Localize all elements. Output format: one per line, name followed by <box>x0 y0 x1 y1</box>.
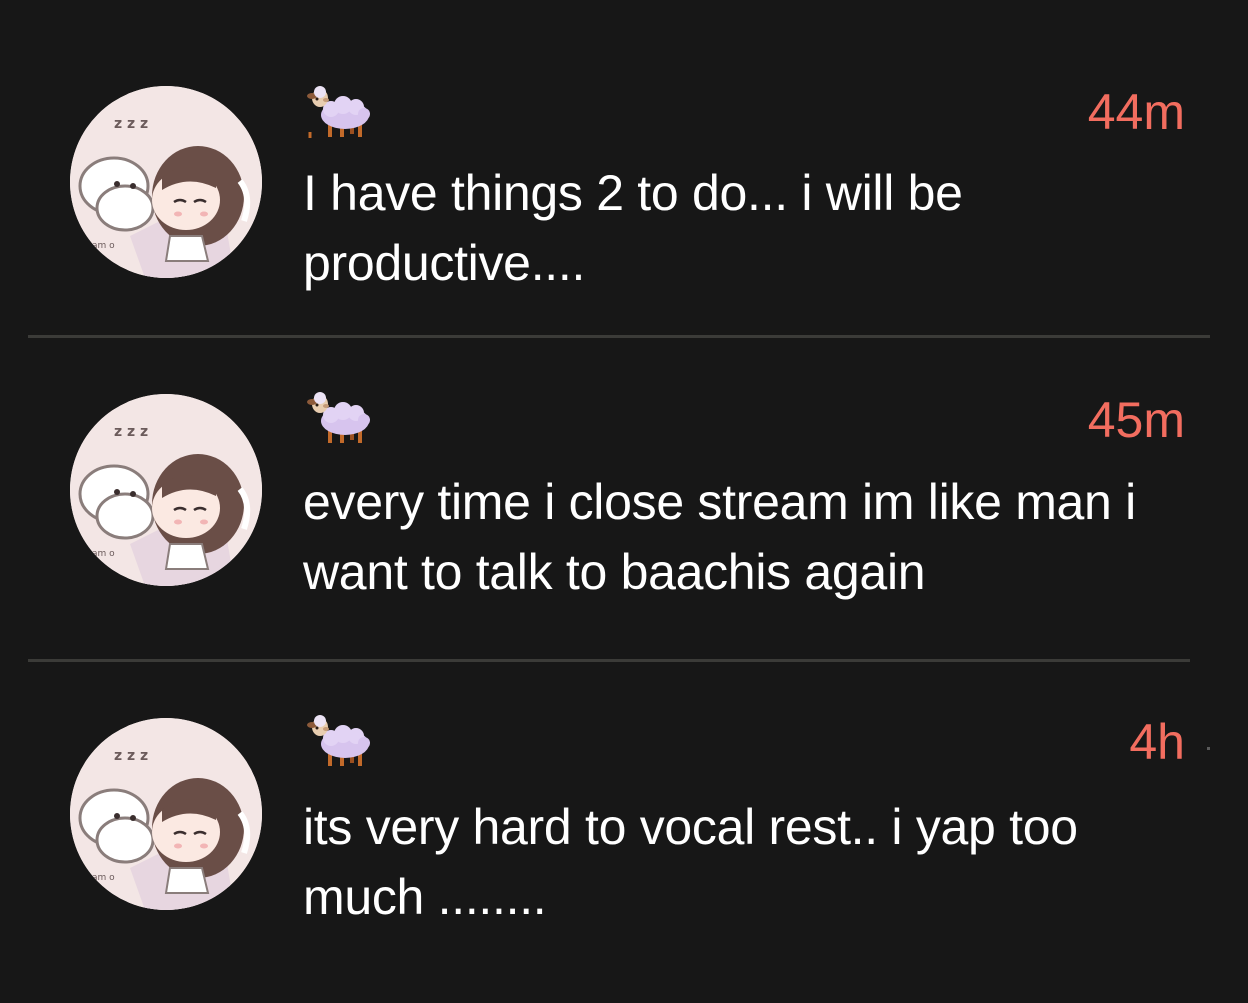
sleeping-girl-avatar-icon: z z z am o <box>70 718 262 910</box>
svg-text:z z z: z z z <box>114 748 148 764</box>
svg-text:am o: am o <box>92 241 115 251</box>
sleeping-girl-avatar-icon: z z z am o <box>70 394 262 586</box>
svg-text:z z z: z z z <box>114 424 148 440</box>
post-text: every time i close stream im like man i … <box>303 474 1136 600</box>
post-text: its very hard to vocal rest.. i yap too … <box>303 799 1078 925</box>
scroll-indicator <box>1207 747 1210 750</box>
sheep-icon <box>307 715 370 766</box>
avatar[interactable]: z z z am o <box>70 86 262 278</box>
sleeping-girl-avatar-icon: z z z am o <box>70 86 262 278</box>
timestamp[interactable]: 4h <box>1129 714 1185 770</box>
avatar[interactable]: z z z am o <box>70 718 262 910</box>
timestamp[interactable]: 45m <box>1088 392 1185 448</box>
sheep-icon <box>307 392 370 443</box>
sheep-icon <box>307 86 370 138</box>
avatar[interactable]: z z z am o <box>70 394 262 586</box>
timestamp[interactable]: 44m <box>1088 84 1185 140</box>
divider <box>28 659 1190 662</box>
divider <box>28 335 1210 338</box>
svg-text:z z z: z z z <box>114 116 148 132</box>
svg-text:am o: am o <box>92 549 115 559</box>
svg-text:am o: am o <box>92 873 115 883</box>
post-feed: z z z am o 44m I have things 2 to do... … <box>0 0 1248 1003</box>
post-text: I have things 2 to do... i will be produ… <box>303 165 963 291</box>
